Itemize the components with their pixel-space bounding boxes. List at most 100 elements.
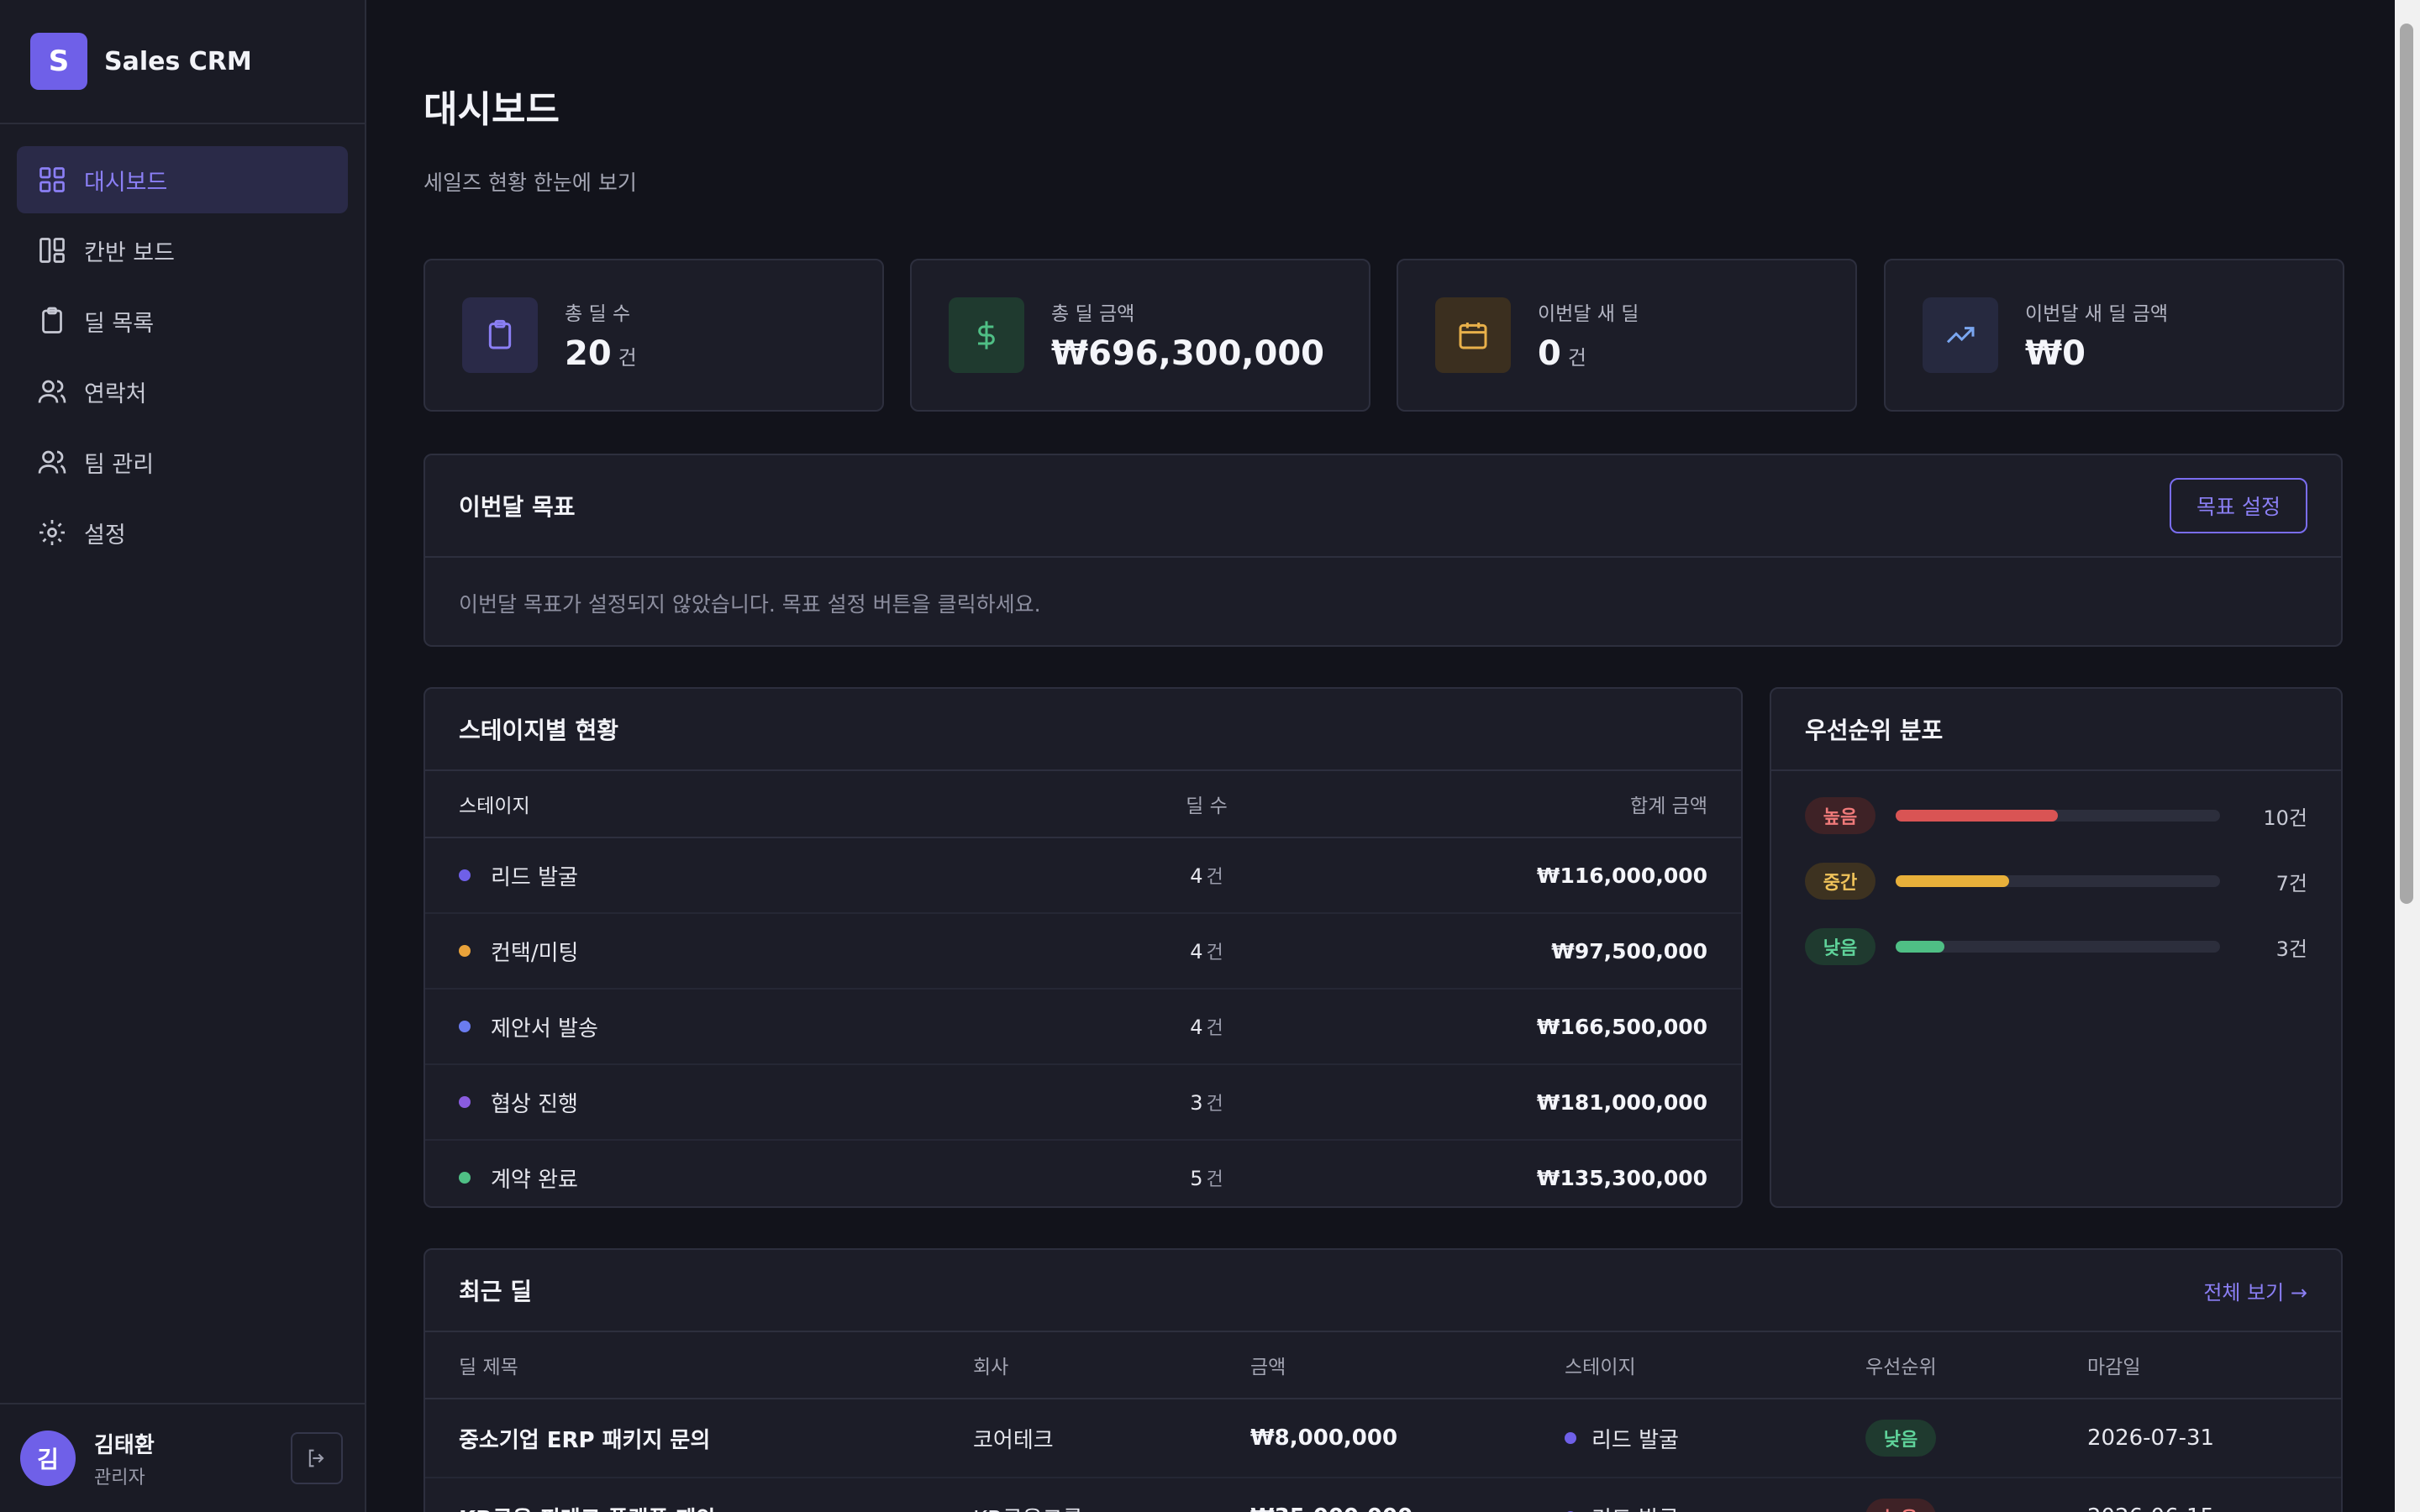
logout-button[interactable] <box>291 1432 343 1484</box>
stage-dot <box>459 1021 471 1032</box>
sidebar-item-label: 칸반 보드 <box>84 239 175 266</box>
count-unit: 건 <box>1206 942 1223 963</box>
recent-title: 최근 딜 <box>459 1278 533 1305</box>
stage-summary-card: 스테이지별 현황 스테이지 딜 수 합계 금액 리드 발굴 4 건 ₩116,000,… <box>424 687 1743 1208</box>
priority-distribution-card: 우선순위 분포 높음 10건 중간 7건낮음 3건 <box>1770 687 2343 1208</box>
stat-unit: 건 <box>1567 346 1586 370</box>
deal-count: 4 <box>1190 864 1203 888</box>
view-all-link[interactable]: 전체 보기 → <box>2203 1276 2307 1305</box>
amount-cell: ₩116,000,000 <box>1536 863 1707 888</box>
deal-count: 5 <box>1190 1167 1203 1190</box>
table-row[interactable]: 중소기업 ERP 패키지 문의 코어테크 ₩8,000,000 리드 발굴 낮음 2026… <box>425 1399 2341 1478</box>
priority-badge: 높음 <box>1865 1499 1936 1512</box>
amount-cell: ₩166,500,000 <box>1536 1014 1707 1039</box>
user-role: 관리자 <box>94 1467 145 1488</box>
stage-row: 컨택/미팅 4 건 ₩97,500,000 <box>425 914 1741 990</box>
deal-stage-label: 리드 발굴 <box>1591 1427 1679 1453</box>
sidebar-item-settings[interactable]: 설정 <box>17 499 348 566</box>
stat-value: 20 <box>565 334 612 373</box>
count-cell: 4건 <box>1064 937 1349 964</box>
stage-name: 계약 완료 <box>491 1167 578 1193</box>
stage-name: 컨택/미팅 <box>491 940 579 966</box>
stage-row: 리드 발굴 4 건 ₩116,000,000 <box>425 838 1741 914</box>
deal-amount: ₩35,000,000 <box>1250 1504 1565 1512</box>
stage-table-body: 리드 발굴 4 건 ₩116,000,000 컨택/미팅 4 건 ₩97,500,000 제안서… <box>425 838 1741 1215</box>
goal-title: 이번달 목표 <box>459 493 576 521</box>
stage-dot <box>1565 1432 1576 1444</box>
deal-title[interactable]: 중소기업 ERP 패키지 문의 <box>459 1423 973 1454</box>
gear-icon <box>39 520 65 545</box>
sidebar-item-dashboard[interactable]: 대시보드 <box>17 146 348 213</box>
stage-row: 계약 완료 5 건 ₩135,300,000 <box>425 1141 1741 1215</box>
deal-company: KB금융그룹 <box>973 1502 1250 1512</box>
deal-count: 4 <box>1190 1016 1203 1039</box>
sidebar-nav: 대시보드 칸반 보드 딜 목록 연락처 팀 관리 설정 <box>0 124 365 566</box>
brand[interactable]: S Sales CRM <box>0 0 365 124</box>
column-header: 마감일 <box>2087 1357 2141 1378</box>
deal-company: 코어테크 <box>973 1427 1054 1453</box>
deal-priority-cell: 높음 <box>1865 1499 2087 1512</box>
priority-title: 우선순위 분포 <box>1805 717 1944 744</box>
avatar[interactable]: 김 <box>20 1431 76 1486</box>
table-row[interactable]: KB금융 핀테크 플랫폼 제안KB금융그룹₩35,000,000 리드 발굴 높음 2… <box>425 1478 2341 1512</box>
brand-logo: S <box>30 33 87 90</box>
stage-title: 스테이지별 현황 <box>459 717 619 744</box>
sidebar-item-kanban[interactable]: 칸반 보드 <box>17 217 348 284</box>
deal-priority-cell: 낮음 <box>1865 1420 2087 1457</box>
priority-bar-fill <box>1896 941 1944 953</box>
main-content: 대시보드 세일즈 현황 한눈에 보기 총 딜 수 20 건 총 딜 금액 ₩696… <box>366 0 2395 1512</box>
sidebar-item-team[interactable]: 팀 관리 <box>17 428 348 496</box>
stat-label: 총 딜 수 <box>565 303 631 325</box>
priority-count: 3건 <box>2275 937 2307 961</box>
set-goal-button[interactable]: 목표 설정 <box>2170 478 2307 533</box>
sidebar-item-label: 연락처 <box>84 381 147 407</box>
stage-dot <box>459 945 471 957</box>
count-unit: 건 <box>1206 1094 1223 1115</box>
count-unit: 건 <box>1206 1018 1223 1039</box>
clipboard-icon <box>42 307 62 333</box>
sidebar-item-label: 설정 <box>84 522 126 549</box>
priority-bar-fill <box>1896 810 2058 822</box>
stat-card-total-amount: 총 딜 금액 ₩696,300,000 <box>910 259 1370 412</box>
priority-row: 중간 7건 <box>1771 848 2341 914</box>
scrollbar-thumb[interactable] <box>2400 24 2413 904</box>
stage-name: 협상 진행 <box>491 1091 578 1117</box>
column-header: 스테이지 <box>1565 1357 1636 1378</box>
stat-value: ₩696,300,000 <box>1051 334 1324 373</box>
column-header: 딜 수 <box>1186 795 1228 817</box>
priority-row: 낮음 3건 <box>1771 914 2341 979</box>
team-icon <box>38 450 66 474</box>
priority-row: 높음 10건 <box>1771 783 2341 848</box>
stage-table-header: 스테이지 딜 수 합계 금액 <box>425 771 1741 838</box>
priority-bar-track <box>1896 941 2220 953</box>
stage-dot <box>459 1096 471 1108</box>
priority-badge: 낮음 <box>1805 928 1876 965</box>
calendar-icon <box>1435 297 1511 373</box>
users-icon <box>38 380 66 403</box>
deal-due-date: 2026-06-15 <box>2087 1504 2307 1512</box>
sidebar-item-deals[interactable]: 딜 목록 <box>17 287 348 354</box>
count-cell: 4건 <box>1064 1013 1349 1040</box>
stat-value: ₩0 <box>2025 334 2086 373</box>
logout-icon <box>308 1449 324 1467</box>
stage-cell: 리드 발굴 <box>459 860 1064 891</box>
stat-unit: 건 <box>618 346 637 370</box>
stage-row: 협상 진행 3 건 ₩181,000,000 <box>425 1065 1741 1141</box>
app-root: S Sales CRM 대시보드 칸반 보드 딜 목록 연락처 팀 관리 설정 … <box>0 0 2420 1512</box>
count-cell: 3건 <box>1064 1089 1349 1116</box>
page-title: 대시보드 <box>424 88 560 131</box>
stage-cell: 제안서 발송 <box>459 1011 1064 1042</box>
sidebar-item-contacts[interactable]: 연락처 <box>17 358 348 425</box>
stage-cell: 컨택/미팅 <box>459 936 1064 967</box>
sidebar-item-label: 딜 목록 <box>84 310 155 337</box>
clipboard-icon <box>462 297 538 373</box>
user-name: 김태환 <box>94 1432 155 1458</box>
deal-stage-label: 리드 발굴 <box>1591 1502 1679 1512</box>
stat-card-new-deal-amount: 이번달 새 딜 금액 ₩0 <box>1884 259 2344 412</box>
stage-dot <box>459 1172 471 1184</box>
deal-count: 4 <box>1190 940 1203 963</box>
page-scrollbar[interactable] <box>2395 0 2420 1512</box>
deal-title[interactable]: KB금융 핀테크 플랫폼 제안 <box>459 1502 973 1512</box>
brand-name: Sales CRM <box>104 46 252 76</box>
user-info: 김태환 관리자 <box>94 1428 155 1489</box>
